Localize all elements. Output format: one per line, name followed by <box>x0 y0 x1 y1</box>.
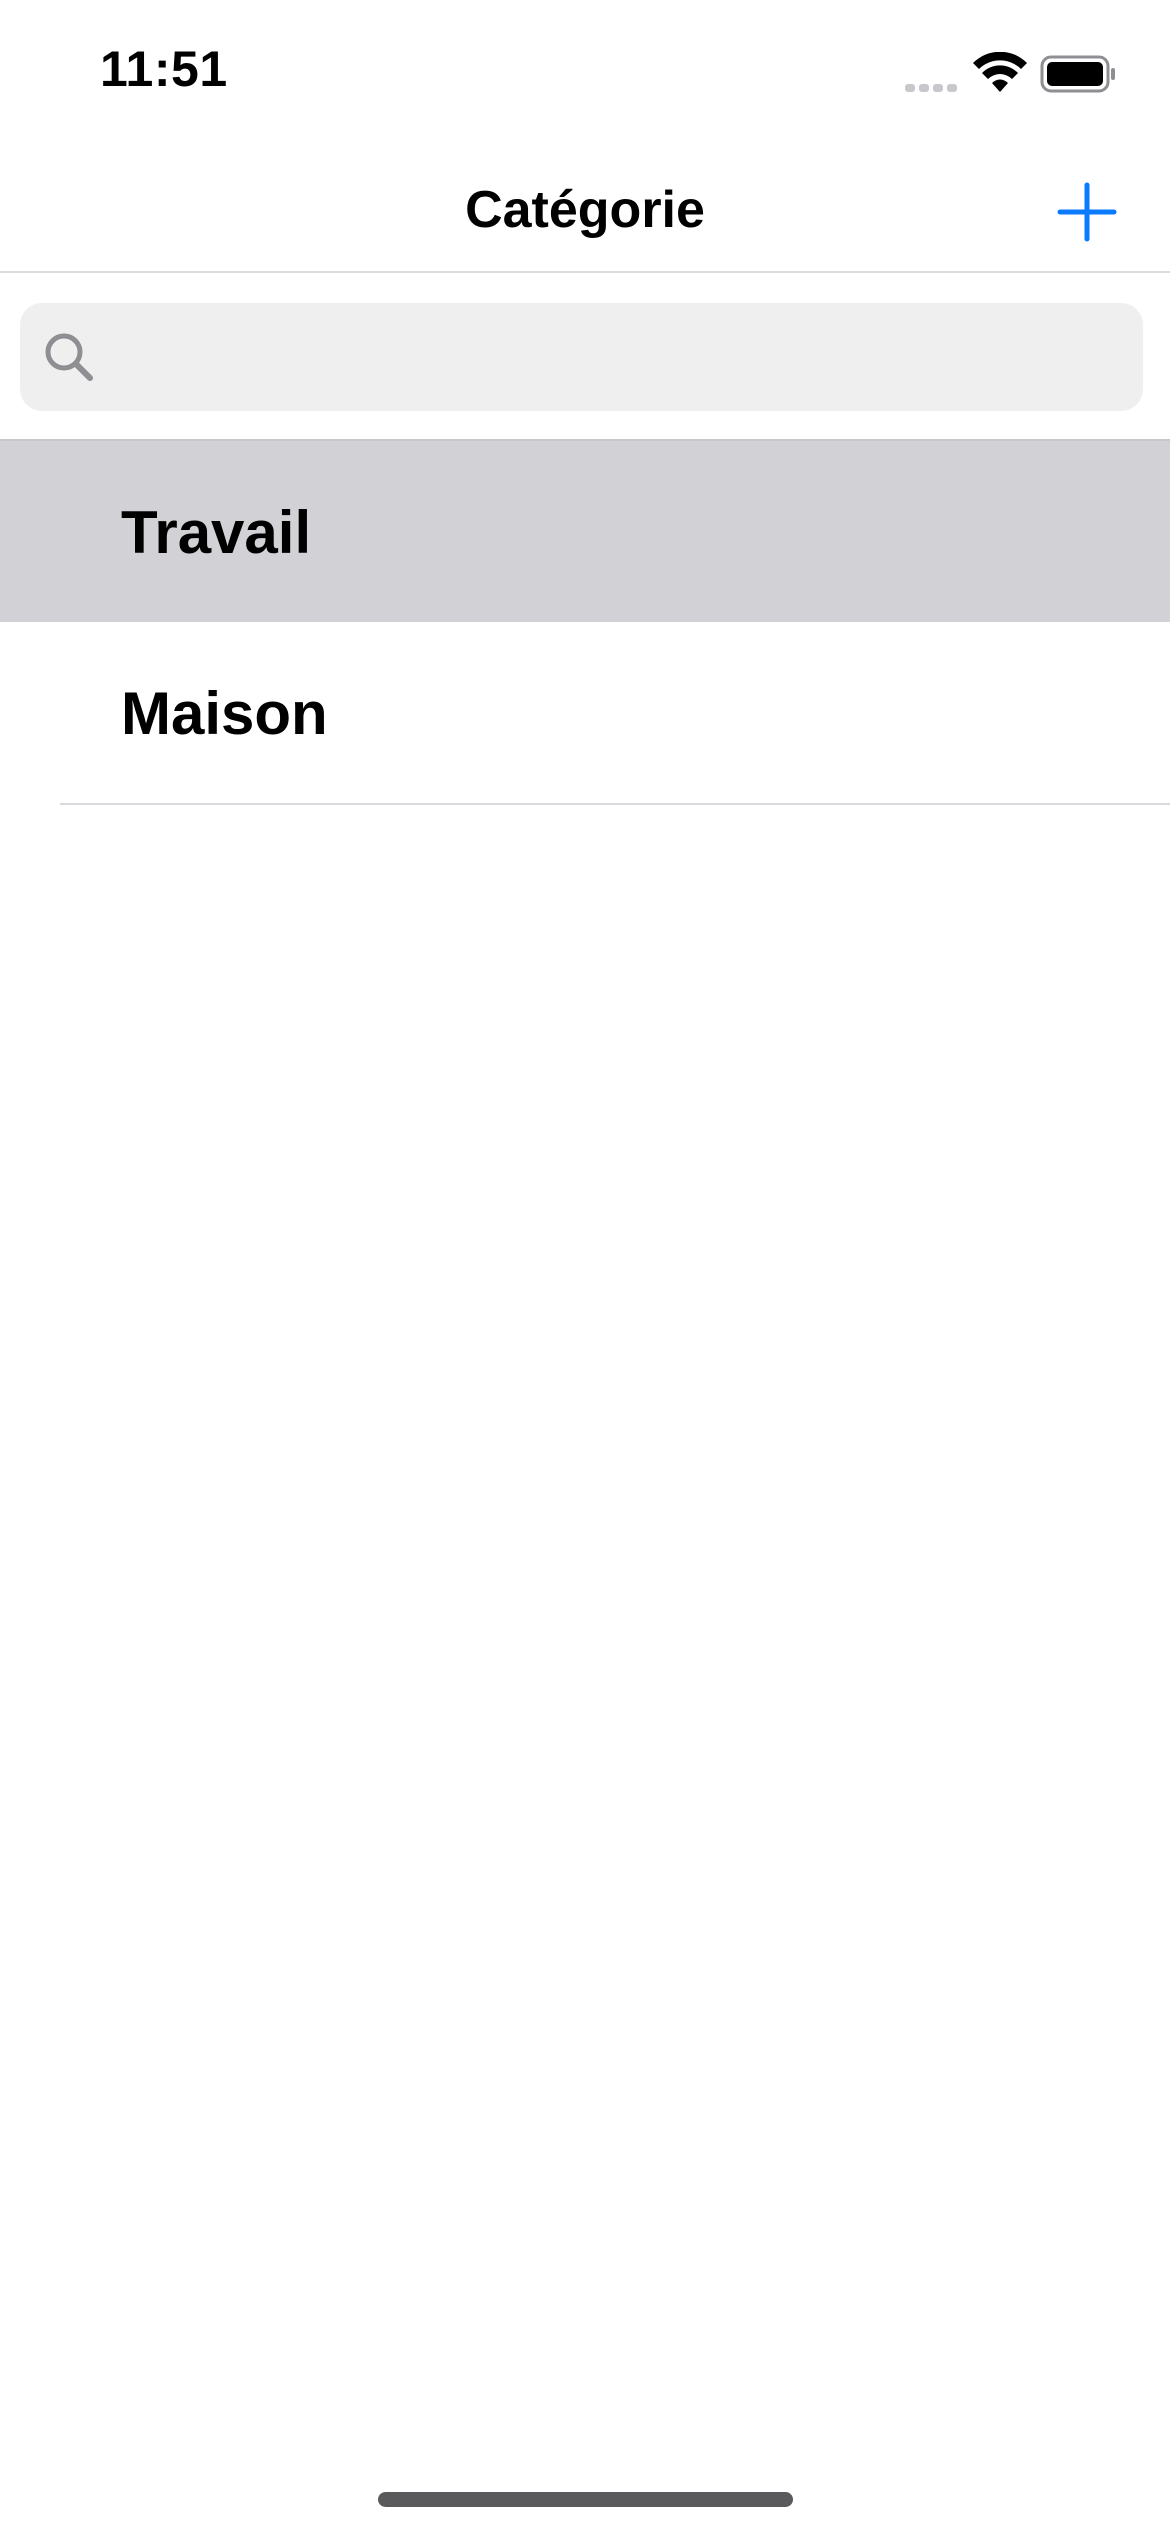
search-icon <box>45 333 93 381</box>
home-indicator[interactable] <box>378 2492 793 2507</box>
wifi-icon <box>973 52 1027 92</box>
plus-icon <box>1057 182 1117 242</box>
search-field[interactable] <box>20 303 1143 411</box>
list-item-travail[interactable]: Travail <box>0 439 1170 622</box>
list-item-label: Travail <box>121 499 312 566</box>
list-item-maison[interactable]: Maison <box>0 622 1170 805</box>
battery-icon <box>1040 55 1115 93</box>
status-time: 11:51 <box>100 41 228 97</box>
search-input[interactable] <box>112 303 1122 411</box>
cellular-signal-icon <box>905 84 957 92</box>
page-title: Catégorie <box>465 181 705 239</box>
list-item-label: Maison <box>121 680 328 747</box>
search-bar <box>0 273 1170 439</box>
status-bar: 11:51 <box>0 0 1170 140</box>
category-list: Travail Maison <box>0 439 1170 805</box>
navigation-bar: Catégorie <box>0 140 1170 273</box>
add-category-button[interactable] <box>1052 177 1122 247</box>
row-separator <box>60 803 1170 805</box>
